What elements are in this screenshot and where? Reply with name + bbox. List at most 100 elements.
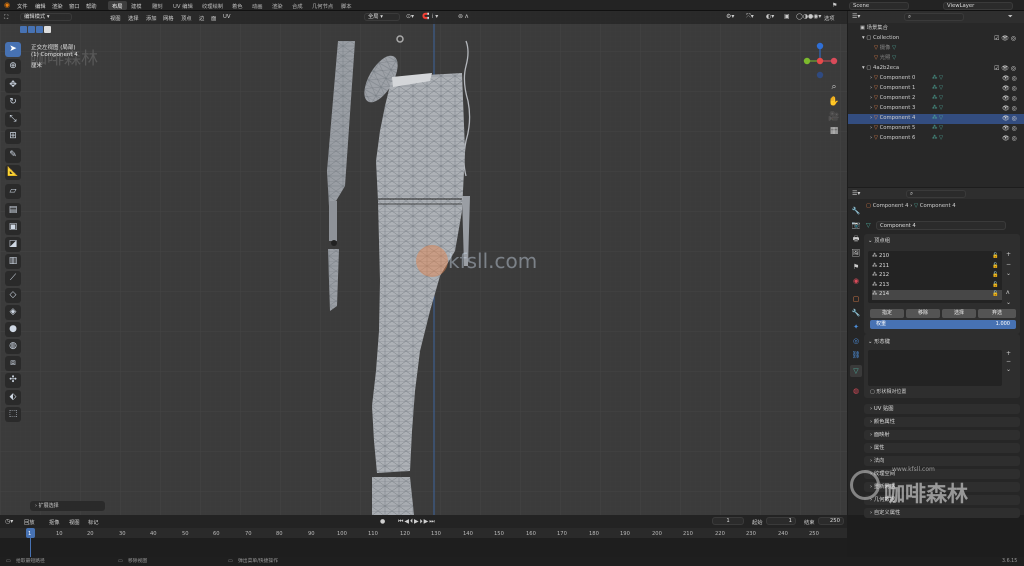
modifier-tab-icon[interactable]: 🔧 (850, 307, 862, 319)
pivot-icon[interactable]: ⊙▾ (406, 13, 414, 20)
assign-button[interactable]: 指定 (870, 309, 904, 318)
vp-menu-view[interactable]: 视图 (110, 14, 121, 22)
outliner-row[interactable]: › ▽ Component 1 ⁂ ▽ 👁 ◎ (848, 84, 1024, 94)
scale-tool-icon[interactable]: ⤡ (5, 112, 21, 127)
menu-help[interactable]: 帮助 (86, 2, 97, 10)
vp-menu-vertex[interactable]: 顶点 (181, 14, 192, 22)
vertex-group-item-active[interactable]: ⁂ 214 🔓 (872, 290, 1002, 300)
timeline-editor-icon[interactable]: ◷▾ (5, 518, 13, 525)
vp-menu-select[interactable]: 选择 (128, 14, 139, 22)
section-normals[interactable]: › 法向 (864, 456, 1020, 466)
transform-tool-icon[interactable]: ⊞ (5, 129, 21, 144)
outliner-row[interactable]: ▾ ▢ Collection ☑ 👁 ◎ (848, 34, 1024, 44)
timeline-menu-keying[interactable]: 抠像 (49, 518, 60, 526)
outliner-editor-icon[interactable]: ☰▾ (852, 13, 860, 20)
bevel-tool-icon[interactable]: ◪ (5, 237, 21, 252)
deselect-button[interactable]: 弃选 (978, 309, 1016, 318)
props-editor-icon[interactable]: ☰▾ (852, 190, 860, 197)
add-cube-tool-icon[interactable]: ▱ (5, 184, 21, 199)
rip-tool-icon[interactable]: ✣ (5, 373, 21, 388)
tab-geometry-nodes[interactable]: 几何节点 (308, 1, 337, 10)
vp-menu-face[interactable]: 面 (211, 14, 216, 22)
tab-animation[interactable]: 动画 (248, 1, 267, 10)
shape-key-side-buttons[interactable]: + − ⌄ (1006, 350, 1011, 374)
shading-modes-icon[interactable]: ◯◑●◉▾ (796, 13, 821, 20)
rotate-tool-icon[interactable]: ↻ (5, 95, 21, 110)
loop-cut-tool-icon[interactable]: ▥ (5, 254, 21, 269)
section-face-maps[interactable]: › 面映射 (864, 430, 1020, 440)
outliner-row[interactable]: ▽ 光照 ▽ (848, 54, 1024, 64)
object-tab-icon[interactable]: ▢ (850, 293, 862, 305)
menu-render[interactable]: 渲染 (52, 2, 63, 10)
tab-texture-paint[interactable]: 纹理绘制 (198, 1, 227, 10)
constraints-tab-icon[interactable]: ⛓ (850, 349, 862, 361)
tab-uv-editing[interactable]: UV 编辑 (169, 1, 197, 10)
edge-slide-tool-icon[interactable]: ⬖ (5, 390, 21, 405)
gizmo-toggle-icon[interactable]: ⤧▾ (746, 13, 754, 21)
to-sphere-tool-icon[interactable]: ⬚ (5, 407, 21, 422)
remove-button[interactable]: 移除 (906, 309, 940, 318)
section-attributes[interactable]: › 属性 (864, 443, 1020, 453)
vertex-group-side-buttons[interactable]: + − ⌄ ʌ ⌄ (1006, 250, 1011, 307)
vertex-group-item[interactable]: ⁂ 211 🔓 (872, 262, 1002, 272)
last-operator-panel[interactable]: › 扩展选择 (30, 501, 105, 511)
tab-scripting[interactable]: 脚本 (337, 1, 356, 10)
section-color-attributes[interactable]: › 颜色属性 (864, 417, 1020, 427)
data-tab-icon[interactable]: ▽ (850, 365, 862, 377)
view-layer-tab-icon[interactable]: 🖼 (850, 247, 862, 259)
outliner-row[interactable]: ▾ ▢ 4a2b2eca ☑ 👁 ◎ (848, 64, 1024, 74)
spin-tool-icon[interactable]: ◈ (5, 305, 21, 320)
tool-tab-icon[interactable]: 🔧 (850, 205, 862, 217)
extrude-tool-icon[interactable]: ▤ (5, 203, 21, 218)
menu-file[interactable]: 文件 (17, 2, 28, 10)
shear-tool-icon[interactable]: ⧈ (5, 356, 21, 371)
smooth-tool-icon[interactable]: ● (5, 322, 21, 337)
section-uv-maps[interactable]: › UV 贴图 (864, 404, 1020, 414)
vertex-groups-header[interactable]: ⌄ 顶点组 (868, 236, 890, 244)
outliner-row[interactable]: › ▽ Component 0 ⁂ ▽ 👁 ◎ (848, 74, 1024, 84)
tab-rendering[interactable]: 渲染 (268, 1, 287, 10)
edge-select-icon[interactable] (36, 26, 43, 33)
proportional-edit-icon[interactable]: ⊚ ʌ (458, 13, 469, 20)
viewport-canvas[interactable]: kfsll.com 咖啡森林 (0, 11, 847, 515)
playback-controls[interactable]: ⏮◀⏴▶⏵▶⏭ (398, 518, 436, 526)
vertex-select-icon[interactable] (28, 26, 35, 33)
output-tab-icon[interactable]: 🖶 (850, 233, 862, 245)
zoom-icon[interactable]: ⌕ (826, 80, 842, 94)
vertex-group-item[interactable]: ⁂ 210 🔓 (872, 252, 1002, 262)
timeline-menu-view[interactable]: 视图 (69, 518, 80, 526)
inset-tool-icon[interactable]: ▣ (5, 220, 21, 235)
tab-sculpting[interactable]: 雕刻 (148, 1, 167, 10)
visibility-icon[interactable]: ⚙▾ (726, 13, 734, 20)
particles-tab-icon[interactable]: ✦ (850, 321, 862, 333)
pan-hand-icon[interactable]: ✋ (826, 95, 842, 109)
camera-view-icon[interactable]: 🎥 (826, 110, 842, 124)
face-select-icon[interactable] (44, 26, 51, 33)
section-custom-properties[interactable]: › 自定义属性 (864, 508, 1020, 518)
start-frame-field[interactable]: 1 (766, 517, 796, 525)
material-tab-icon[interactable]: ◍ (850, 385, 862, 397)
shape-keys-header[interactable]: ⌄ 形态键 (868, 337, 890, 345)
timeline-menu-marker[interactable]: 标记 (88, 518, 99, 526)
vp-menu-mesh[interactable]: 网格 (163, 14, 174, 22)
vp-menu-add[interactable]: 添加 (146, 14, 157, 22)
world-tab-icon[interactable]: ◉ (850, 275, 862, 287)
outliner-row[interactable]: ▽ 摄像 ▽ (848, 44, 1024, 54)
end-frame-field[interactable]: 250 (818, 517, 844, 525)
vp-menu-edge[interactable]: 边 (199, 14, 204, 22)
snap-icon[interactable]: 🧲 ⁞ ▾ (422, 13, 438, 20)
outliner-search[interactable]: ⌕ (904, 13, 964, 21)
knife-tool-icon[interactable]: ⟋ (5, 271, 21, 286)
timeline-track-area[interactable] (0, 538, 847, 557)
outliner-row[interactable]: › ▽ Component 5 ⁂ ▽ 👁 ◎ (848, 124, 1024, 134)
view-layer-selector[interactable]: ViewLayer (943, 2, 1013, 10)
ortho-grid-icon[interactable]: ▦ (826, 124, 842, 138)
options-button[interactable]: 选项 (824, 14, 835, 22)
tab-shading[interactable]: 着色 (228, 1, 247, 10)
shrink-fatten-tool-icon[interactable]: ◍ (5, 339, 21, 354)
outliner-row[interactable]: › ▽ Component 3 ⁂ ▽ 👁 ◎ (848, 104, 1024, 114)
vp-menu-uv[interactable]: UV (223, 14, 231, 20)
overlay-toggle-icon[interactable]: ◐▾ (766, 13, 774, 20)
select-box-icon[interactable] (20, 26, 27, 33)
render-tab-icon[interactable]: 📷 (850, 219, 862, 231)
